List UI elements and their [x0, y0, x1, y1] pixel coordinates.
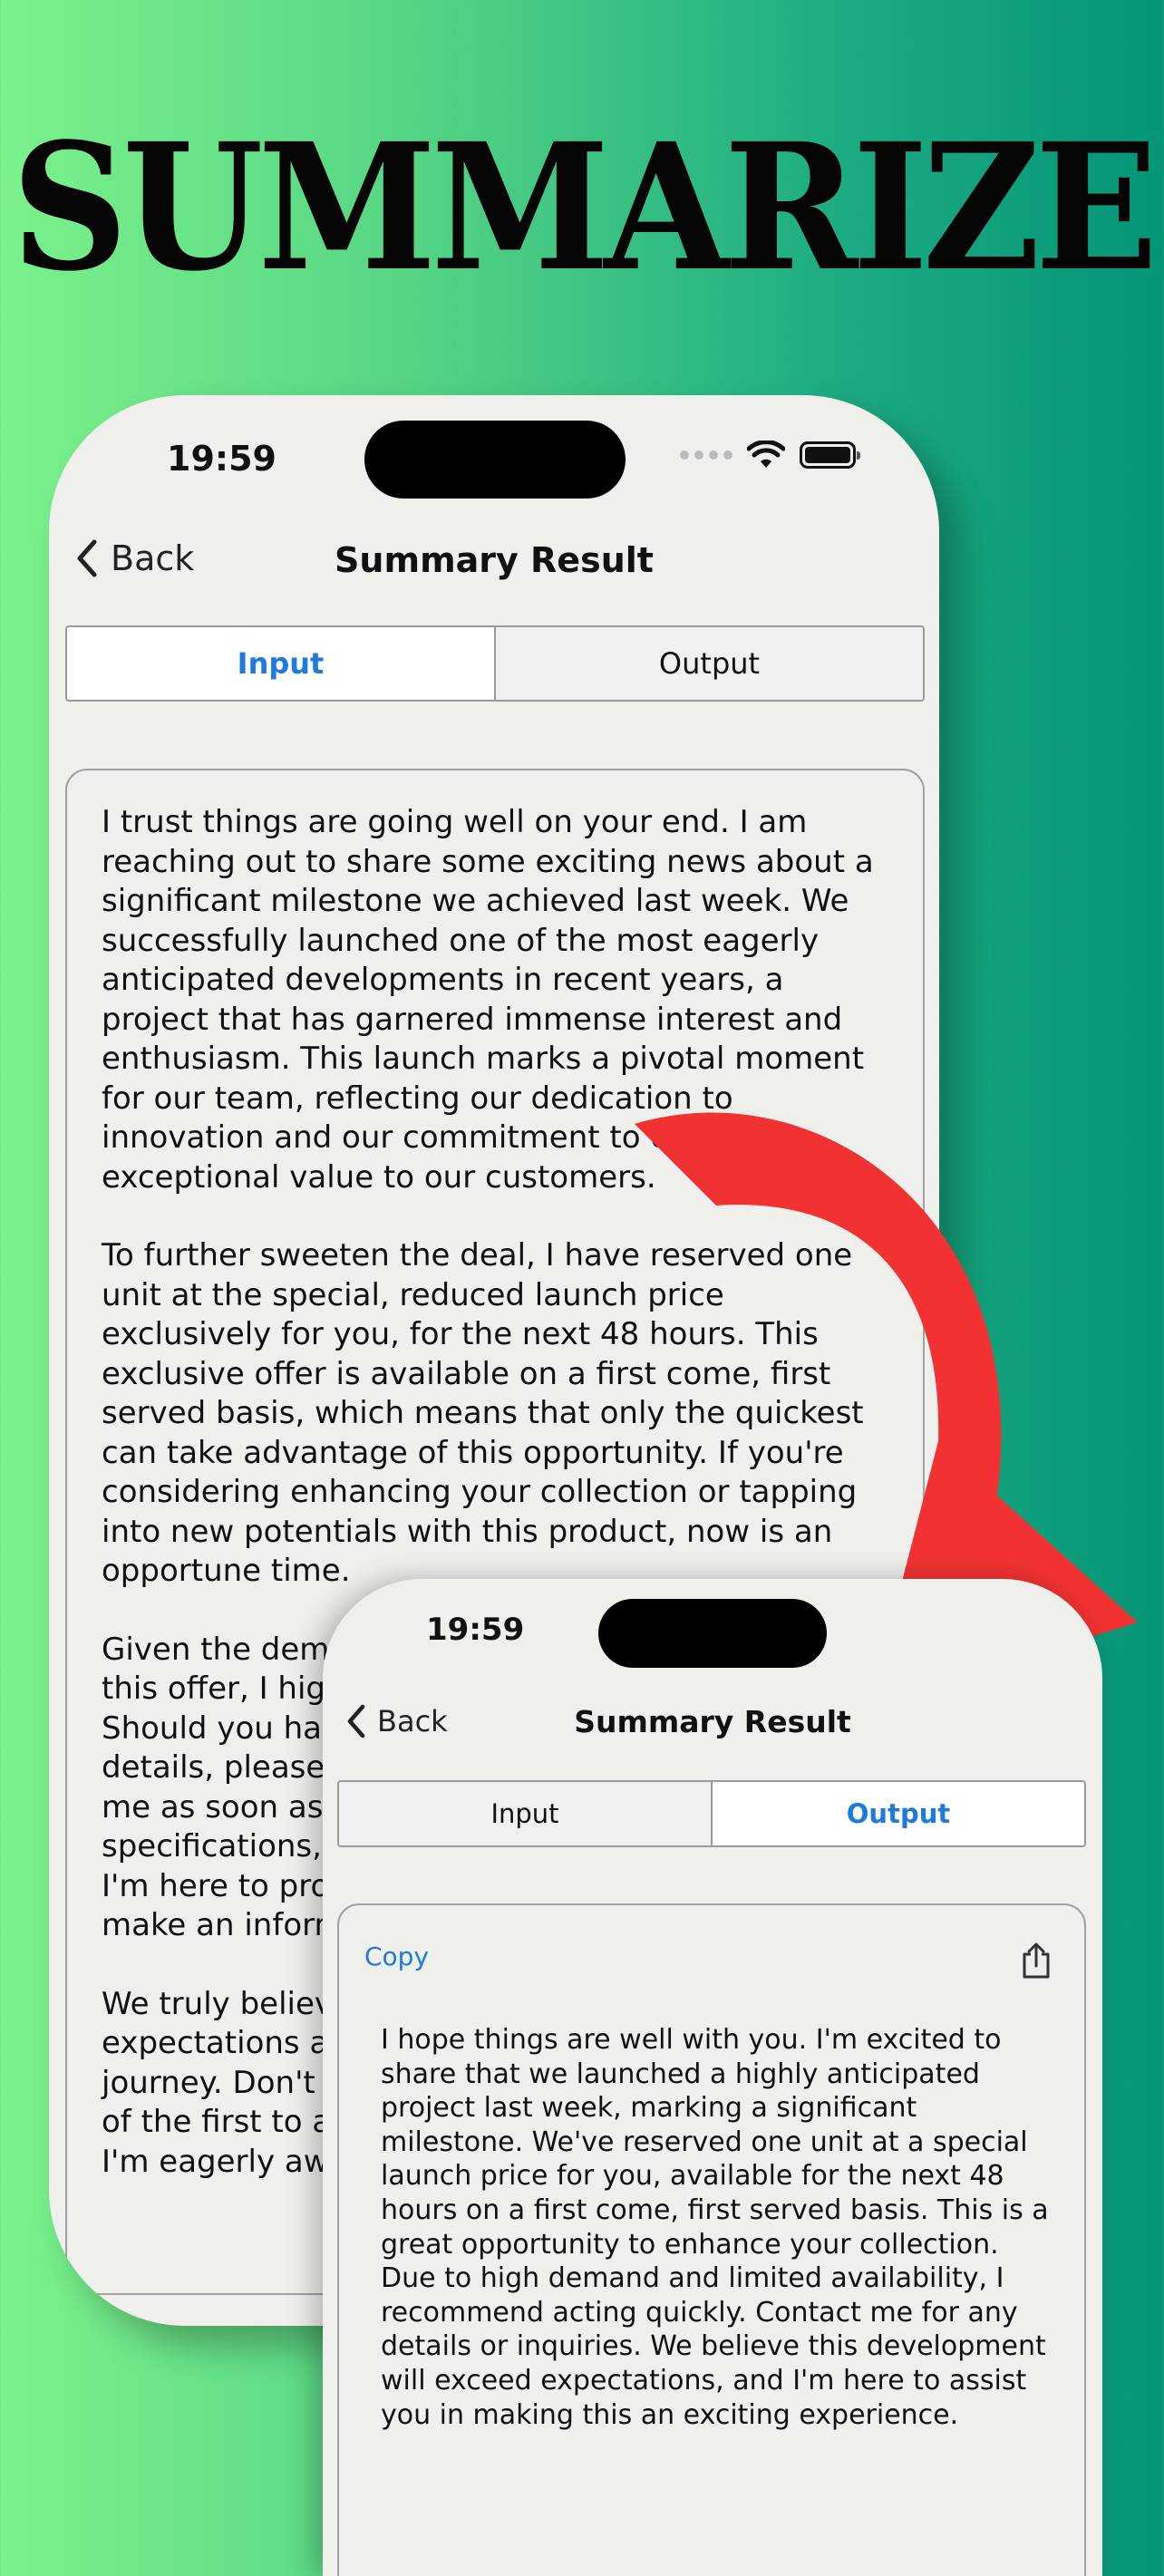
- input-output-segment: Input Output: [337, 1780, 1086, 1847]
- input-paragraph: To further sweeten the deal, I have rese…: [102, 1237, 864, 1589]
- input-paragraph: I trust things are going well on your en…: [102, 804, 874, 1196]
- page-title: Summary Result: [335, 540, 654, 580]
- tab-output[interactable]: Output: [711, 1782, 1084, 1845]
- status-time: 19:59: [426, 1612, 525, 1648]
- tab-output[interactable]: Output: [494, 627, 923, 700]
- tab-input[interactable]: Input: [67, 627, 494, 700]
- tab-input[interactable]: Input: [339, 1782, 711, 1845]
- headline: SUMMARIZE: [11, 104, 1159, 310]
- share-icon: [1023, 1942, 1050, 1979]
- navigation-bar: Back Summary Result: [49, 529, 939, 593]
- page-title: Summary Result: [574, 1704, 851, 1739]
- copy-button[interactable]: Copy: [364, 1942, 429, 1971]
- dynamic-island: [364, 421, 626, 499]
- signal-icon: [680, 450, 732, 460]
- navigation-bar: Back Summary Result: [323, 1695, 1102, 1753]
- battery-icon: [800, 441, 860, 469]
- dynamic-island: [598, 1599, 827, 1668]
- summary-text: I hope things are well with you. I'm exc…: [381, 2024, 1049, 2431]
- output-phone-screen: 19:59 Back Summary Result Input Output C…: [323, 1579, 1102, 2576]
- share-button[interactable]: [1021, 1942, 1052, 1983]
- status-icons: [680, 441, 860, 470]
- status-time: 19:59: [167, 439, 276, 479]
- input-output-segment: Input Output: [65, 625, 925, 702]
- summary-output-area: Copy I hope things are well with you. I'…: [337, 1903, 1086, 2576]
- wifi-icon: [747, 441, 785, 468]
